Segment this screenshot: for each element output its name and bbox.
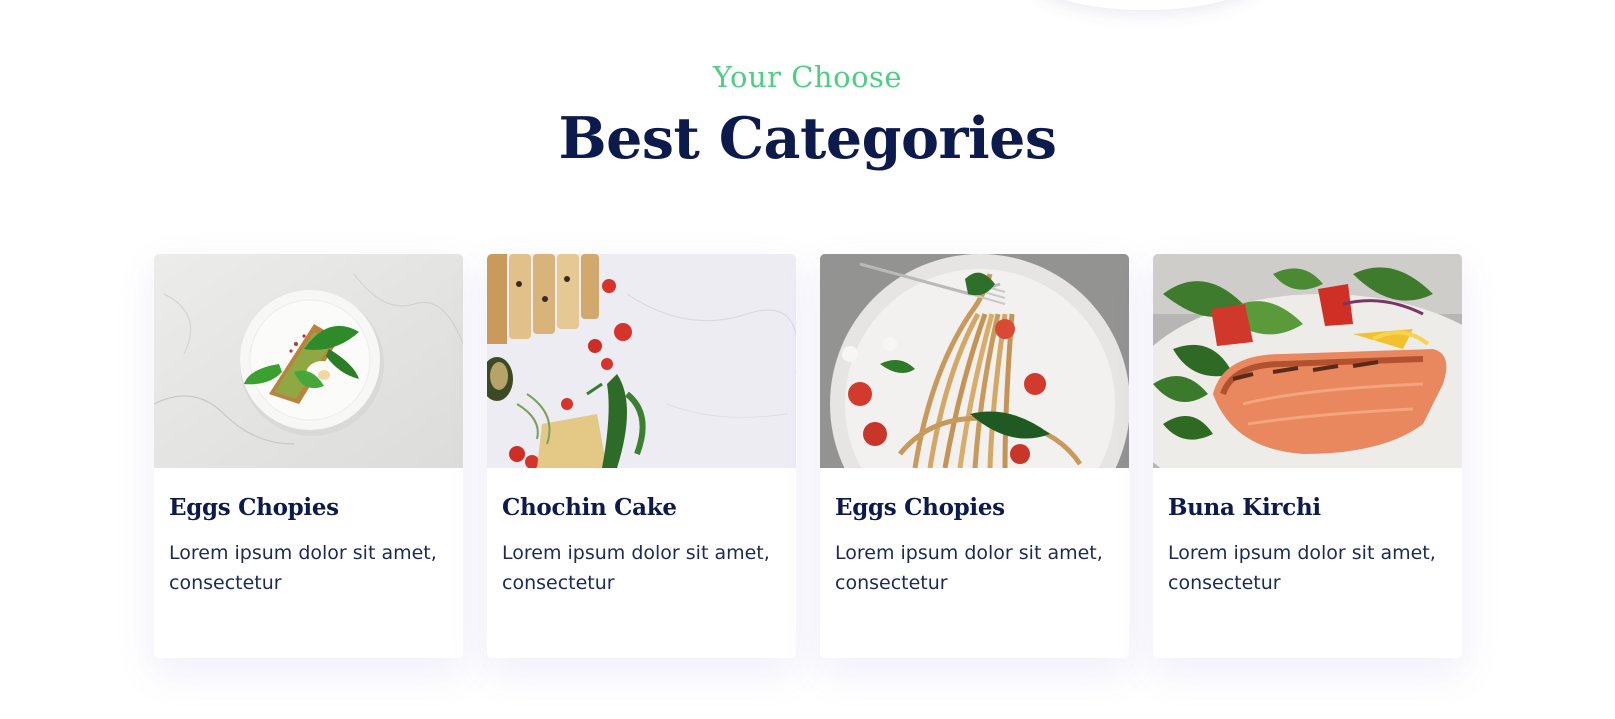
card-description: Lorem ipsum dolor sit amet, consectetur: [835, 542, 1103, 594]
card-description: Lorem ipsum dolor sit amet, consectetur: [169, 542, 437, 594]
card-title: Chochin Cake: [502, 494, 677, 521]
grilled-salmon-salad-image: [1153, 254, 1462, 468]
avocado-toast-plate-image: [154, 254, 463, 468]
card-description: Lorem ipsum dolor sit amet, consectetur: [502, 542, 770, 594]
section-eyebrow: Your Choose: [712, 60, 903, 94]
card-title: Buna Kirchi: [1168, 494, 1321, 521]
decorative-blob: [1030, 0, 1260, 10]
category-cards: Eggs Chopies Lorem ipsum dolor sit amet,…: [154, 254, 1462, 658]
category-card[interactable]: Eggs Chopies Lorem ipsum dolor sit amet,…: [820, 254, 1129, 658]
category-card[interactable]: Chochin Cake Lorem ipsum dolor sit amet,…: [487, 254, 796, 658]
category-card[interactable]: Eggs Chopies Lorem ipsum dolor sit amet,…: [154, 254, 463, 658]
card-title: Eggs Chopies: [835, 494, 1005, 521]
section-title: Best Categories: [558, 105, 1057, 172]
spaghetti-fork-image: [820, 254, 1129, 468]
bread-vegetables-image: [487, 254, 796, 468]
category-card[interactable]: Buna Kirchi Lorem ipsum dolor sit amet, …: [1153, 254, 1462, 658]
card-title: Eggs Chopies: [169, 494, 339, 521]
card-description: Lorem ipsum dolor sit amet, consectetur: [1168, 542, 1436, 594]
